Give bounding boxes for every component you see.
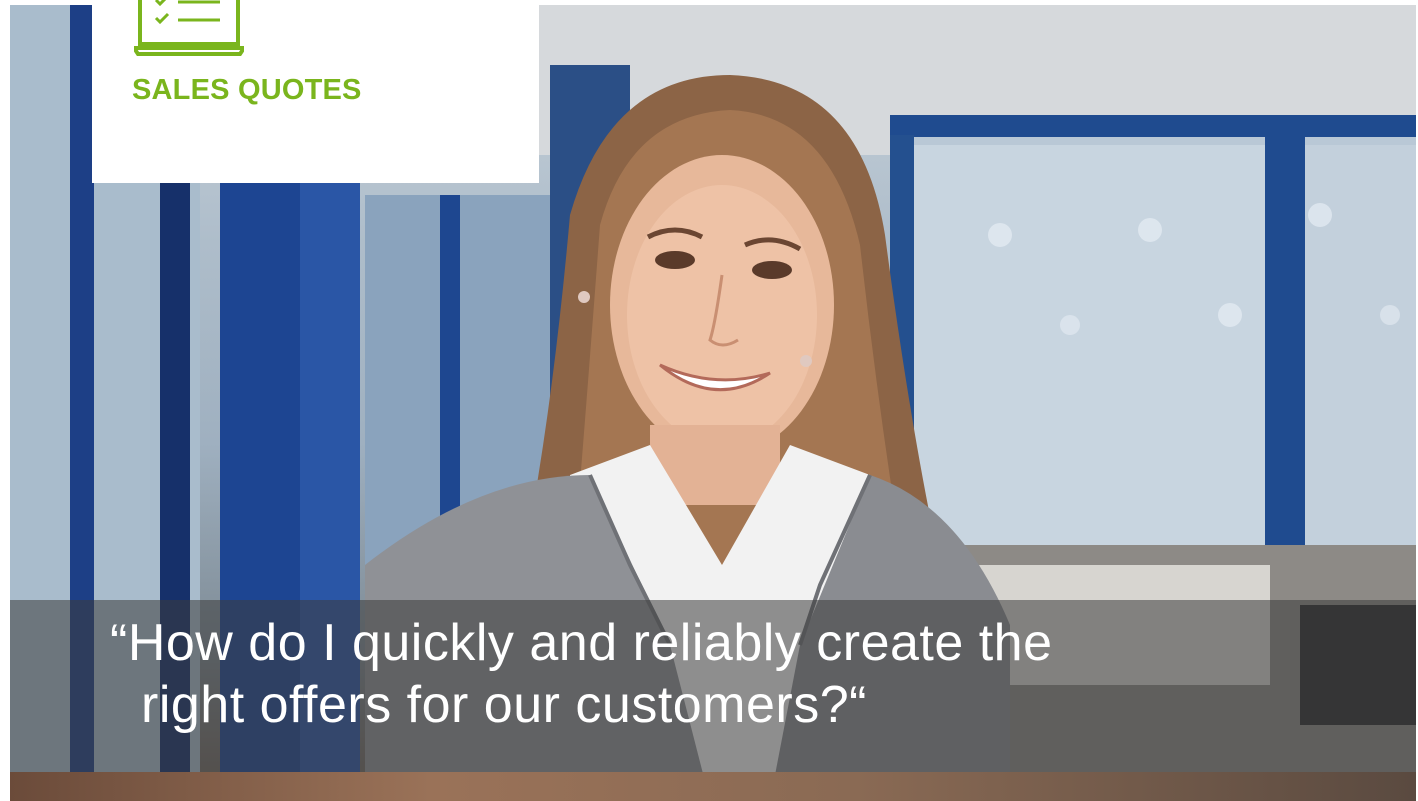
customer-quote: “How do I quickly and reliably create th…: [110, 612, 1340, 736]
checklist-icon: [134, 0, 244, 56]
hero-banner: “How do I quickly and reliably create th…: [0, 0, 1418, 801]
quote-line-2: right offers for our customers?“: [141, 676, 867, 734]
desk-strip: [10, 772, 1416, 801]
quote-line-1: “How do I quickly and reliably create th…: [110, 614, 1053, 672]
sales-quotes-card: SALES QUOTES: [92, 0, 539, 183]
card-title: SALES QUOTES: [132, 74, 362, 106]
